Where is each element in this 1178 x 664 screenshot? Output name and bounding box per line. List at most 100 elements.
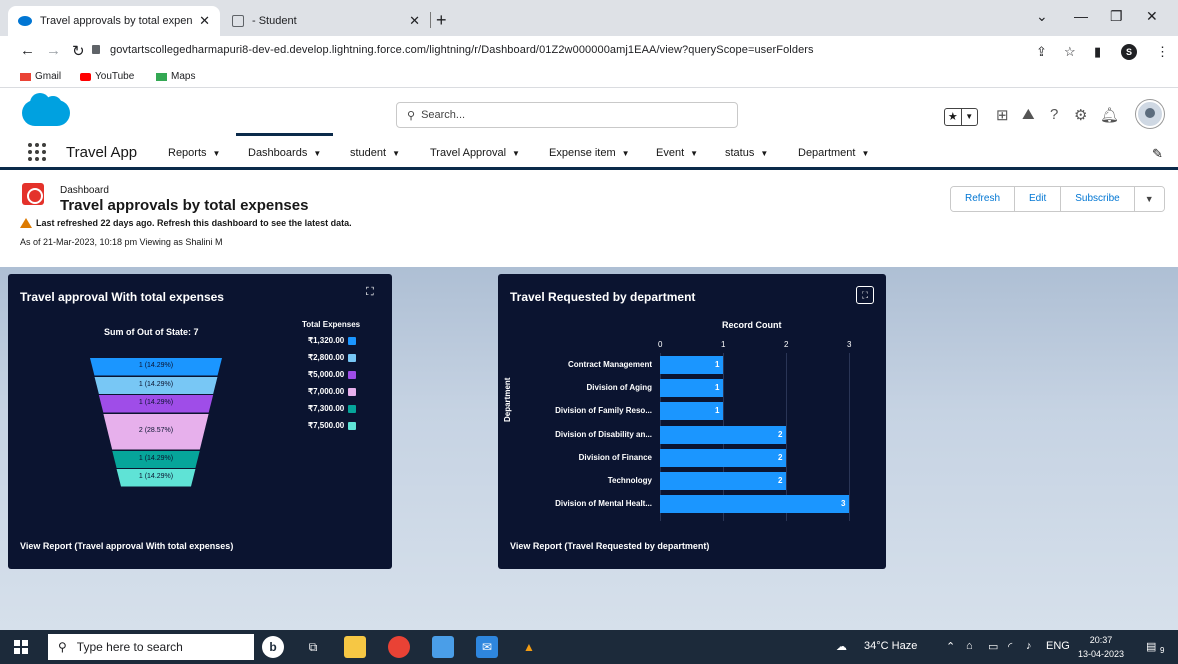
notifications-bell-icon[interactable]: 🔔︎ [1100,106,1119,124]
bookmark-youtube[interactable]: YouTube [80,71,134,82]
nav-tab-status[interactable]: status ▼ [725,147,768,159]
view-report-link[interactable]: View Report (Travel Requested by departm… [510,541,709,551]
chrome-icon[interactable] [388,636,410,658]
refresh-button[interactable]: Refresh [951,187,1016,211]
wifi-icon[interactable]: ◜ [1008,640,1012,653]
close-window-icon[interactable]: ✕ [1146,8,1158,25]
nav-tab-event[interactable]: Event ▼ [656,147,698,159]
tab-title: Travel approvals by total expenses [40,15,194,27]
funnel-segment[interactable]: 1 (14.29%) [116,469,196,487]
side-panel-icon[interactable]: ▮ [1094,44,1101,60]
chevron-down-icon[interactable]: ▼ [313,149,321,158]
bing-chat-icon[interactable]: b [262,636,284,658]
hidden-icons-chevron-icon[interactable]: ⌃ [946,640,955,653]
trailhead-icon[interactable]: ⛰ [1022,106,1035,123]
task-view-icon[interactable]: ⧉ [302,636,324,658]
chevron-down-icon[interactable]: ▼ [392,149,400,158]
battery-icon[interactable]: ▭ [988,640,998,653]
legend-item[interactable]: ₹7,300.00 [308,404,357,413]
setup-gear-icon[interactable]: ⚙ [1074,106,1087,124]
funnel-segment-label: 2 (28.57%) [138,427,174,434]
vlc-icon[interactable]: ▲ [518,636,540,658]
expand-widget-icon[interactable]: ⛶ [366,286,374,299]
global-search-input[interactable]: ⚲ Search... [396,102,738,128]
minimize-icon[interactable]: — [1074,8,1088,24]
bookmark-star-icon[interactable]: ☆ [1064,44,1076,60]
app-launcher-icon[interactable] [28,143,46,161]
share-icon[interactable]: ⇪ [1036,44,1047,60]
legend-item[interactable]: ₹2,800.00 [308,353,357,362]
network-icon[interactable]: ⌂ [966,640,973,652]
nav-tab-department[interactable]: Department ▼ [798,147,869,159]
bar[interactable] [660,495,849,514]
salesforce-logo[interactable] [22,93,70,126]
funnel-segment[interactable]: 1 (14.29%) [94,376,218,394]
windows-start-icon[interactable] [14,640,28,654]
language-indicator[interactable]: ENG [1046,640,1070,652]
bar[interactable] [660,356,723,374]
legend-item[interactable]: ₹7,000.00 [308,387,357,396]
bar[interactable] [660,379,723,398]
bar[interactable] [660,425,786,444]
new-tab-icon[interactable]: + [436,10,447,31]
close-tab-icon[interactable]: ✕ [409,13,420,29]
taskbar-search-input[interactable]: ⚲ Type here to search [48,634,254,660]
subscribe-button[interactable]: Subscribe [1061,187,1135,211]
forward-icon[interactable]: → [46,42,61,59]
clock-time: 20:37 [1089,635,1113,645]
bar[interactable] [660,402,723,421]
legend-item[interactable]: ₹7,500.00 [308,421,357,430]
weather-text[interactable]: 34°C Haze [864,640,917,652]
close-tab-icon[interactable]: ✕ [199,13,210,29]
file-explorer-icon[interactable] [344,636,366,658]
weather-icon[interactable]: ☁ [836,640,847,653]
chevron-down-icon[interactable]: ▼ [512,149,520,158]
more-actions-chevron-icon[interactable]: ▼ [1134,187,1164,211]
nav-tab-expense-item[interactable]: Expense item ▼ [549,147,630,159]
tab-search-chevron-icon[interactable]: ⌄ [1036,8,1048,25]
nav-tab-reports[interactable]: Reports ▼ [168,147,220,159]
help-icon[interactable]: ? [1050,106,1058,123]
nav-tab-travel-approval[interactable]: Travel Approval ▼ [430,147,520,159]
profile-avatar[interactable]: S [1121,44,1137,60]
restore-icon[interactable]: ❐ [1110,8,1123,25]
back-icon[interactable]: ← [20,42,35,59]
mail-icon[interactable]: ✉ [476,636,498,658]
browser-tab-student[interactable]: - Student ✕ [222,6,430,36]
record-type-label: Dashboard [60,185,109,196]
volume-icon[interactable]: ♪ [1026,640,1032,652]
bookmark-maps[interactable]: Maps [156,71,195,82]
nav-tab-dashboards[interactable]: Dashboards ▼ [235,133,334,159]
chevron-down-icon[interactable]: ▼ [622,149,630,158]
view-report-link[interactable]: View Report (Travel approval With total … [20,541,233,551]
nav-tab-student[interactable]: student ▼ [350,147,400,159]
chevron-down-icon[interactable]: ▼ [690,149,698,158]
store-icon[interactable] [432,636,454,658]
favorites-button[interactable]: ★ ▼ [944,108,978,126]
notifications-icon[interactable]: ▤ [1146,640,1156,653]
bar[interactable] [660,448,786,467]
funnel-segment[interactable]: 1 (14.29%) [112,450,200,468]
bookmark-gmail[interactable]: Gmail [20,71,61,82]
funnel-segment[interactable]: 1 (14.29%) [98,395,214,413]
reload-icon[interactable]: ↻ [72,42,85,60]
url-field[interactable]: govtartscollegedharmapuri8-dev-ed.develo… [92,44,814,56]
chevron-down-icon[interactable]: ▼ [213,149,221,158]
edit-nav-pencil-icon[interactable]: ✎ [1152,146,1163,162]
bar[interactable] [660,472,786,490]
funnel-segment[interactable]: 1 (14.29%) [90,358,222,376]
legend-swatch [348,353,357,362]
legend-item[interactable]: ₹5,000.00 [308,370,357,379]
browser-menu-icon[interactable]: ⋮ [1156,44,1169,60]
funnel-segment[interactable]: 2 (28.57%) [103,413,209,450]
browser-tab-bar: Travel approvals by total expenses ✕ - S… [0,0,1178,36]
edit-button[interactable]: Edit [1015,187,1062,211]
user-avatar[interactable] [1136,100,1164,128]
chevron-down-icon[interactable]: ▼ [861,149,869,158]
chevron-down-icon[interactable]: ▼ [760,149,768,158]
expand-widget-icon[interactable]: ⛶ [856,286,874,304]
legend-item[interactable]: ₹1,320.00 [308,336,357,345]
global-actions-icon[interactable]: ⊞ [996,106,1009,124]
system-clock[interactable]: 20:37 13-04-2023 [1078,633,1124,661]
browser-tab-active[interactable]: Travel approvals by total expenses ✕ [8,6,220,36]
